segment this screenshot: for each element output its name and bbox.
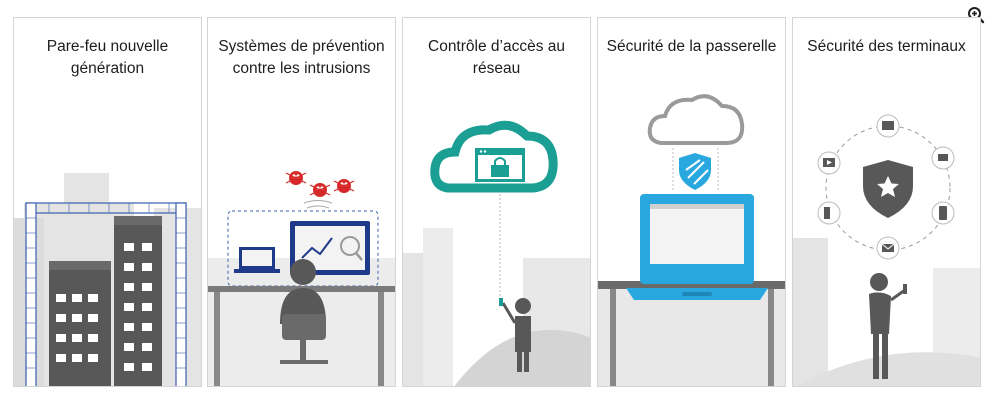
firewall-buildings-icon (14, 173, 201, 386)
panel-intrusion-prevention[interactable]: Systèmes de prévention contre les intrus… (207, 17, 396, 387)
laptop-cloud-shield-icon (598, 94, 785, 386)
endpoint-shield-icon (793, 114, 980, 386)
panel-next-gen-firewall[interactable]: Pare-feu nouvelle génération (13, 17, 202, 387)
panel-network-access-control[interactable]: Contrôle d’accès au réseau (402, 17, 591, 387)
panel-gateway-security[interactable]: Sécurité de la passerelle (597, 17, 786, 387)
panel-endpoint-security[interactable]: Sécurité des terminaux (792, 17, 981, 387)
cloud-lock-icon (403, 120, 590, 386)
intrusion-prevention-icon (208, 171, 395, 386)
